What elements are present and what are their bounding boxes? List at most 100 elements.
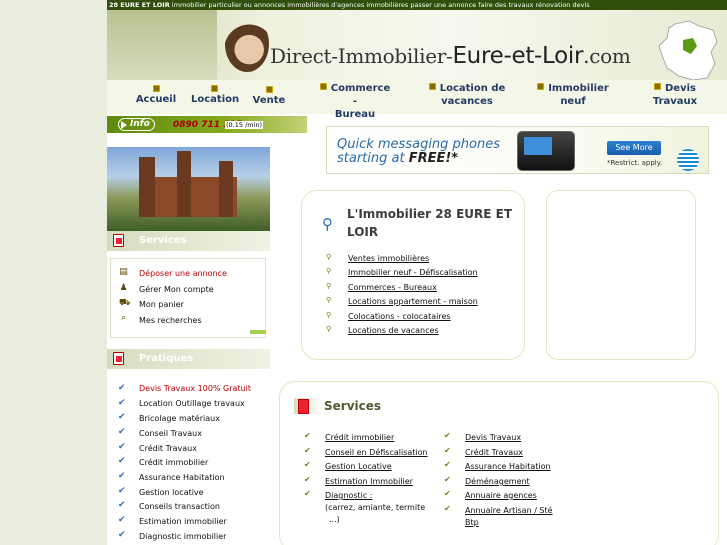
service-note: (carrez, amiante, termite bbox=[325, 503, 426, 512]
bullet-icon bbox=[537, 83, 545, 90]
nav-label: Immobilier bbox=[548, 83, 609, 94]
search-icon: ⚲ bbox=[326, 325, 332, 333]
info-button[interactable]: Info bbox=[118, 118, 155, 131]
pratiques-title: Pratiques bbox=[139, 353, 194, 364]
nav-vente[interactable]: Vente bbox=[251, 86, 287, 107]
site-logo[interactable]: Direct-Immobilier-Eure-et-Loir.com bbox=[270, 43, 631, 69]
service-link[interactable]: Assurance Habitation bbox=[465, 462, 551, 471]
main-link[interactable]: Locations de vacances bbox=[348, 326, 439, 335]
service-link[interactable]: Conseil en Défiscalisation bbox=[325, 448, 428, 457]
logo-part2: Eure-et-Loir bbox=[452, 43, 584, 69]
check-icon: ✔ bbox=[304, 475, 311, 484]
top-banner: 28 EURE ET LOIR immobilier particulier o… bbox=[107, 0, 727, 10]
service-link[interactable]: Estimation Immobilier bbox=[325, 477, 413, 486]
pratique-link[interactable]: Devis Travaux 100% Gratuit bbox=[139, 384, 251, 393]
pratique-link[interactable]: Bricolage matériaux bbox=[139, 414, 220, 423]
recherches-link[interactable]: Mes recherches bbox=[139, 316, 202, 325]
top-banner-bold: 28 EURE ET LOIR bbox=[109, 1, 170, 9]
service-link[interactable]: Déménagement bbox=[465, 477, 530, 486]
main-link[interactable]: Ventes immobilières bbox=[348, 254, 429, 263]
notepad-icon: ▤ bbox=[119, 267, 128, 277]
ad-line2-pre: starting at bbox=[337, 151, 409, 166]
services-header: Services bbox=[107, 231, 270, 251]
pratique-link[interactable]: Crédit immobilier bbox=[139, 458, 208, 467]
nav-label: Accueil bbox=[135, 94, 177, 105]
check-icon: ✔ bbox=[118, 442, 126, 452]
check-icon: ✔ bbox=[444, 446, 451, 455]
service-note: ...) bbox=[329, 515, 340, 524]
search-icon: ⚲ bbox=[326, 253, 332, 261]
nav-immobilier-neuf[interactable]: Immobilier neuf bbox=[535, 82, 611, 108]
bullet-icon bbox=[654, 83, 661, 90]
service-link[interactable]: Crédit Travaux bbox=[465, 448, 523, 457]
nav-label: Location de bbox=[439, 83, 506, 94]
nav-commerce-bureau[interactable]: Commerce - Bureau bbox=[319, 82, 391, 121]
check-icon: ✔ bbox=[118, 471, 126, 481]
check-icon: ✔ bbox=[118, 530, 126, 540]
service-link[interactable]: Annuaire Artisan / Sté bbox=[465, 506, 553, 515]
service-link[interactable]: Annuaire agences bbox=[465, 491, 537, 500]
bullet-icon bbox=[210, 85, 218, 92]
search-icon: ⚲ bbox=[326, 267, 332, 275]
main-link[interactable]: Colocations - colocataires bbox=[348, 312, 451, 321]
panier-link[interactable]: Mon panier bbox=[139, 300, 184, 309]
pratiques-header: Pratiques bbox=[107, 349, 270, 369]
pratique-link[interactable]: Gestion locative bbox=[139, 488, 204, 497]
search-icon: ⚲ bbox=[326, 296, 332, 304]
magnifier-icon: ⚲ bbox=[322, 215, 333, 233]
pratique-link[interactable]: Crédit Travaux bbox=[139, 444, 197, 453]
check-icon: ✔ bbox=[444, 431, 451, 440]
nav-label-2: vacances bbox=[441, 96, 493, 107]
phone-image bbox=[517, 131, 575, 171]
gerer-compte-link[interactable]: Gérer Mon compte bbox=[139, 285, 214, 294]
main-link[interactable]: Locations appartement - maison bbox=[348, 297, 478, 306]
top-banner-text: immobilier particulier ou annonces immob… bbox=[169, 1, 590, 9]
main-link[interactable]: Commerces - Bureaux bbox=[348, 283, 437, 292]
nav-location[interactable]: Location bbox=[191, 85, 239, 106]
nav-accueil[interactable]: Accueil bbox=[135, 85, 177, 106]
nav-label-2: Bureau bbox=[334, 109, 376, 120]
ad-line1: Quick messaging phones bbox=[337, 137, 501, 152]
check-icon: ✔ bbox=[118, 398, 126, 408]
att-logo-icon bbox=[677, 149, 699, 171]
immobilier-title: L'Immobilier 28 EURE ET LOIR bbox=[347, 207, 513, 239]
check-icon: ✔ bbox=[118, 456, 126, 466]
pratique-link[interactable]: Assurance Habitation bbox=[139, 473, 225, 482]
nav-devis-travaux[interactable]: Devis Travaux bbox=[637, 82, 713, 108]
logo-part1: Direct-Immobilier- bbox=[270, 44, 453, 68]
service-link-cont[interactable]: Btp bbox=[465, 518, 479, 527]
ad-banner[interactable]: Quick messaging phones starting at FREE!… bbox=[326, 126, 709, 174]
empty-ad-box bbox=[546, 190, 696, 360]
check-icon: ✔ bbox=[304, 431, 311, 440]
divider bbox=[250, 330, 266, 334]
check-icon: ✔ bbox=[444, 489, 451, 498]
left-gutter bbox=[0, 0, 107, 545]
pratique-link[interactable]: Conseil Travaux bbox=[139, 429, 202, 438]
nav-location-vacances[interactable]: Location de vacances bbox=[427, 82, 507, 108]
check-icon: ✔ bbox=[304, 446, 311, 455]
pratique-link[interactable]: Location Outillage travaux bbox=[139, 399, 245, 408]
check-icon: ✔ bbox=[118, 500, 126, 510]
services-title: Services bbox=[139, 235, 187, 246]
service-link[interactable]: Gestion Locative bbox=[325, 462, 392, 471]
search-icon: ⚲ bbox=[326, 282, 332, 290]
deposer-annonce-link[interactable]: Déposer une annonce bbox=[139, 269, 227, 278]
header-photo-man bbox=[107, 10, 217, 80]
pratique-link[interactable]: Estimation immobilier bbox=[139, 517, 227, 526]
nav-label: Vente bbox=[252, 95, 286, 106]
service-link[interactable]: Devis Travaux bbox=[465, 433, 521, 442]
main-link[interactable]: Immobilier neuf - Défiscalisation bbox=[348, 268, 478, 277]
ad-line2: starting at FREE!* bbox=[337, 151, 458, 166]
see-more-button[interactable]: See More bbox=[607, 141, 661, 155]
cart-icon: ⛟ bbox=[119, 298, 131, 308]
service-link[interactable]: Crédit immobilier bbox=[325, 433, 394, 442]
check-icon: ✔ bbox=[118, 427, 126, 437]
phone-rate: (0.15 /min) bbox=[225, 121, 264, 129]
pratique-link[interactable]: Conseils transaction bbox=[139, 502, 220, 511]
pratique-link[interactable]: Diagnostic immobilier bbox=[139, 532, 226, 541]
service-link[interactable]: Diagnostic : bbox=[325, 491, 373, 500]
search-icon: ⚲ bbox=[326, 311, 332, 319]
pratiques-menu: ✔ Devis Travaux 100% Gratuit ✔ Location Ou… bbox=[107, 375, 270, 545]
bullet-icon bbox=[265, 86, 273, 93]
ad-line2-bold: FREE!* bbox=[408, 151, 459, 166]
